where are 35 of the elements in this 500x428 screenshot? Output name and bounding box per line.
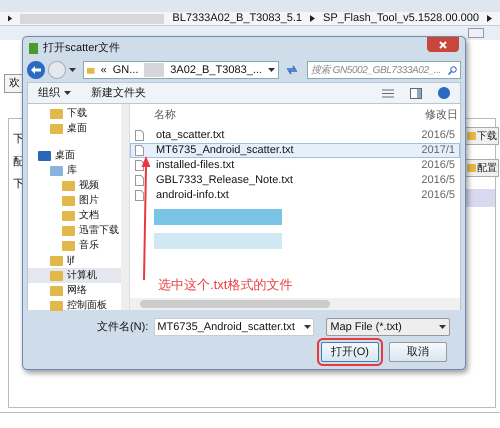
file-row[interactable]: MT6735_Android_scatter.txt 2017/1 — [130, 143, 460, 158]
file-type-dropdown[interactable]: Map File (*.txt) — [326, 318, 450, 336]
breadcrumb-item[interactable]: BL7333A02_B_T3083_5.1 — [172, 10, 302, 27]
nav-item[interactable]: 下载 — [28, 106, 129, 121]
column-header[interactable]: 名称 — [154, 106, 176, 124]
side-button[interactable]: 下载 — [465, 127, 499, 145]
filename-field[interactable]: MT6735_Android_scatter.txt — [154, 318, 314, 336]
annotation-text: 选中这个.txt格式的文件 — [158, 276, 292, 294]
dialog-title: 打开scatter文件 — [43, 40, 120, 56]
label: 下 — [13, 177, 24, 192]
label: 下 — [13, 132, 24, 147]
nav-item[interactable]: 库 — [28, 163, 129, 178]
nav-item[interactable]: 视频 — [28, 178, 129, 193]
nav-item[interactable]: ljf — [28, 253, 129, 268]
nav-item[interactable]: 音乐 — [28, 238, 129, 253]
column-header[interactable]: 修改日 — [425, 106, 458, 124]
side-button[interactable]: 配置 — [465, 159, 499, 177]
nav-item[interactable]: 网络 — [28, 283, 129, 298]
new-folder-button[interactable]: 新建文件夹 — [91, 84, 146, 102]
nav-item[interactable]: 文档 — [28, 208, 129, 223]
path-field[interactable]: « GN... 3A02_B_T3083_... — [83, 61, 279, 79]
organize-menu[interactable]: 组织 — [38, 84, 71, 102]
filename-label: 文件名(N): — [97, 320, 148, 335]
file-row[interactable]: ota_scatter.txt 2016/5 — [130, 128, 460, 143]
nav-item[interactable]: 图片 — [28, 193, 129, 208]
nav-item[interactable]: 迅雷下载 — [28, 223, 129, 238]
dialog-button[interactable]: 取消 — [389, 342, 447, 362]
nav-item[interactable]: 桌面 — [28, 121, 129, 136]
nav-item[interactable]: 桌面 — [28, 148, 129, 163]
breadcrumb-item[interactable]: SP_Flash_Tool_v5.1528.00.000 — [323, 10, 479, 27]
nav-item[interactable]: 控制面板 — [28, 298, 129, 313]
file-row[interactable]: android-info.txt 2016/5 — [130, 188, 460, 203]
file-row[interactable]: GBL7333_Release_Note.txt 2016/5 — [130, 173, 460, 188]
search-field[interactable]: 搜索 GN5002_GBL7333A02_... — [307, 61, 461, 79]
file-row[interactable]: installed-files.txt 2016/5 — [130, 158, 460, 173]
